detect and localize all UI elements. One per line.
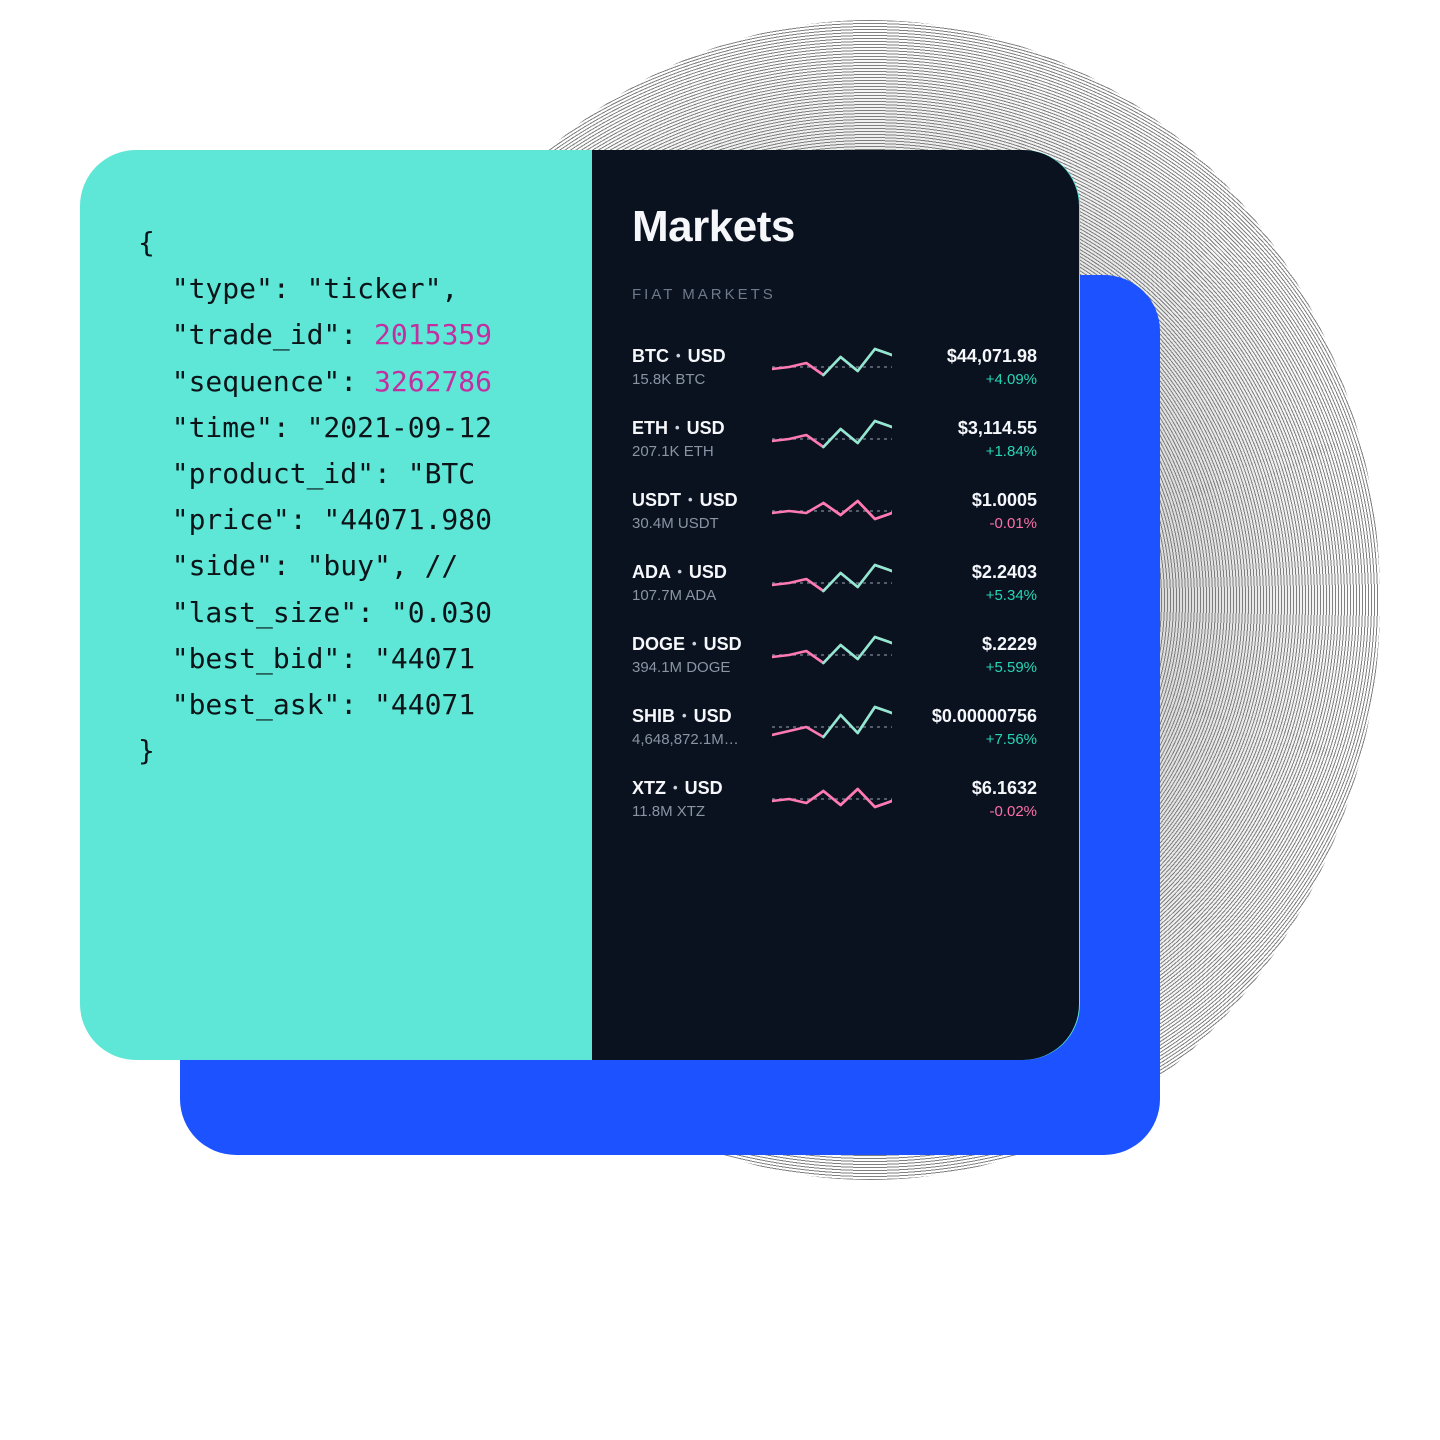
price-value: $.2229 (892, 634, 1037, 655)
pair-label: XTZ • USD (632, 778, 772, 799)
markets-title: Markets (632, 202, 1037, 252)
change-value: -0.01% (892, 515, 1037, 532)
change-value: +5.34% (892, 587, 1037, 604)
market-row-btc[interactable]: BTC • USD 15.8K BTC $44,071.98 +4.09% (632, 331, 1037, 403)
sparkline-icon (772, 561, 892, 605)
price-value: $2.2403 (892, 562, 1037, 583)
sparkline-icon (772, 705, 892, 749)
markets-section-label: FIAT MARKETS (632, 286, 1037, 303)
sparkline-icon (772, 345, 892, 389)
price-value: $0.00000756 (892, 706, 1037, 727)
sparkline-icon (772, 489, 892, 533)
price-value: $1.0005 (892, 490, 1037, 511)
volume-label: 30.4M USDT (632, 515, 772, 532)
volume-label: 207.1K ETH (632, 443, 772, 460)
change-value: +7.56% (892, 731, 1037, 748)
change-value: +5.59% (892, 659, 1037, 676)
pair-label: SHIB • USD (632, 706, 772, 727)
price-value: $3,114.55 (892, 418, 1037, 439)
pair-label: DOGE • USD (632, 634, 772, 655)
market-row-xtz[interactable]: XTZ • USD 11.8M XTZ $6.1632 -0.02% (632, 763, 1037, 835)
volume-label: 394.1M DOGE (632, 659, 772, 676)
market-row-shib[interactable]: SHIB • USD 4,648,872.1M… $0.00000756 +7.56% (632, 691, 1037, 763)
volume-label: 11.8M XTZ (632, 803, 772, 820)
volume-label: 15.8K BTC (632, 371, 772, 388)
market-rows: BTC • USD 15.8K BTC $44,071.98 +4.09% ETH • … (632, 331, 1037, 835)
sparkline-icon (772, 777, 892, 821)
pair-label: BTC • USD (632, 346, 772, 367)
sparkline-icon (772, 417, 892, 461)
change-value: -0.02% (892, 803, 1037, 820)
change-value: +4.09% (892, 371, 1037, 388)
pair-label: ETH • USD (632, 418, 772, 439)
price-value: $44,071.98 (892, 346, 1037, 367)
volume-label: 4,648,872.1M… (632, 731, 772, 748)
change-value: +1.84% (892, 443, 1037, 460)
price-value: $6.1632 (892, 778, 1037, 799)
sparkline-icon (772, 633, 892, 677)
markets-panel: Markets FIAT MARKETS BTC • USD 15.8K BTC $… (592, 150, 1079, 1060)
volume-label: 107.7M ADA (632, 587, 772, 604)
pair-label: USDT • USD (632, 490, 772, 511)
market-row-usdt[interactable]: USDT • USD 30.4M USDT $1.0005 -0.01% (632, 475, 1037, 547)
market-row-ada[interactable]: ADA • USD 107.7M ADA $2.2403 +5.34% (632, 547, 1037, 619)
market-row-doge[interactable]: DOGE • USD 394.1M DOGE $.2229 +5.59% (632, 619, 1037, 691)
market-row-eth[interactable]: ETH • USD 207.1K ETH $3,114.55 +1.84% (632, 403, 1037, 475)
pair-label: ADA • USD (632, 562, 772, 583)
